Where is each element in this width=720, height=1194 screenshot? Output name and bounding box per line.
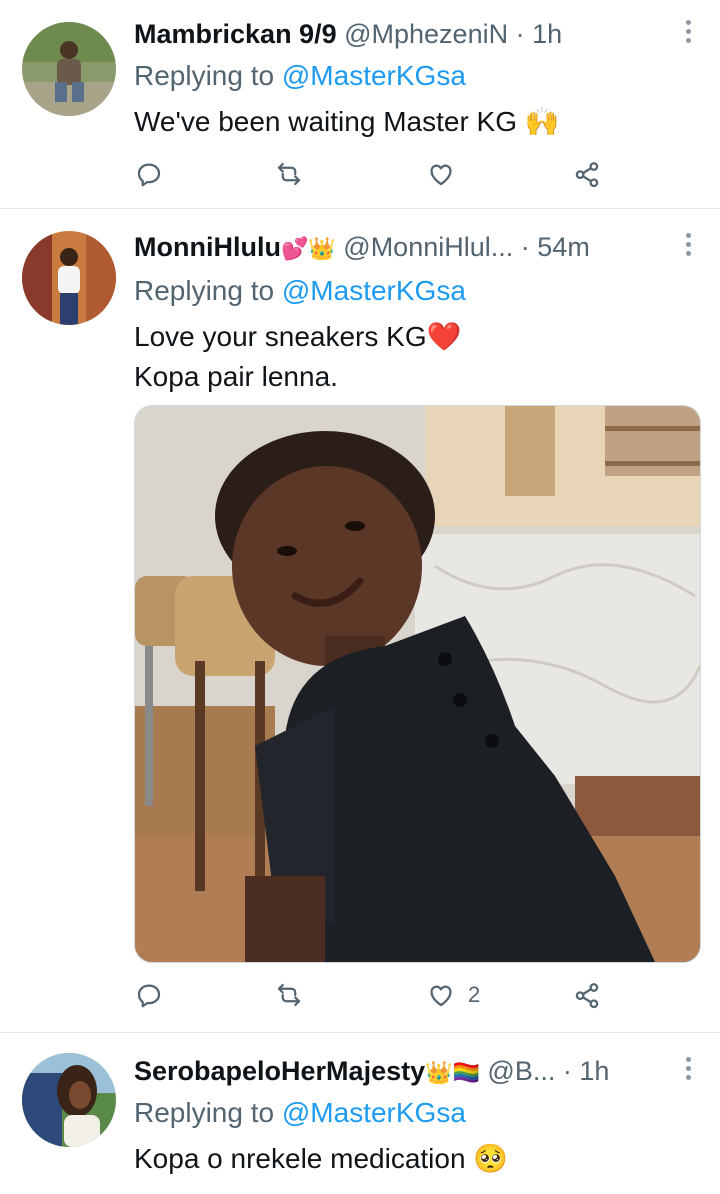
tweet[interactable]: Mambrickan 9/9 @MphezeniN · 1h Replying … <box>0 0 720 208</box>
share-icon <box>575 983 599 1009</box>
like-count: 2 <box>468 982 481 1007</box>
replying-to: Replying to @MasterKGsa <box>134 271 466 311</box>
retweet-button[interactable] <box>274 154 304 194</box>
name-emoji: 👑🏳️‍🌈 <box>425 1061 480 1086</box>
mention-link[interactable]: @MasterKGsa <box>282 60 466 91</box>
more-icon[interactable] <box>684 1057 692 1087</box>
share-icon <box>575 162 599 188</box>
tweet-header: Mambrickan 9/9 @MphezeniN · 1h <box>134 14 672 54</box>
more-icon[interactable] <box>684 233 692 263</box>
reply-button[interactable] <box>134 154 164 194</box>
tweet-text: Kopa o nrekele medication 🥺 <box>134 1139 508 1179</box>
action-bar: 2 <box>134 975 614 1015</box>
retweet-button[interactable] <box>274 975 304 1015</box>
tweet-text: Love your sneakers KG❤️ Kopa pair lenna. <box>134 317 461 397</box>
replying-label: Replying to <box>134 275 275 306</box>
tweet-image[interactable] <box>134 405 701 963</box>
name-emoji: 💕👑 <box>280 237 336 262</box>
user-handle[interactable]: @MonniHlul... <box>343 232 513 262</box>
tweet-text-line: Love your sneakers KG❤️ <box>134 321 462 352</box>
separator-dot: · <box>520 232 530 262</box>
tweet[interactable]: SerobapeloHerMajesty👑🏳️‍🌈 @B... · 1h Rep… <box>0 1033 720 1194</box>
replying-to: Replying to @MasterKGsa <box>134 56 466 96</box>
retweet-icon <box>277 162 301 186</box>
display-name[interactable]: Mambrickan 9/9 <box>134 19 337 49</box>
action-bar <box>134 154 614 194</box>
retweet-icon <box>277 983 301 1007</box>
tweet[interactable]: MonniHlulu💕👑 @MonniHlul... · 54m Replyin… <box>0 209 720 1032</box>
user-handle[interactable]: @MphezeniN <box>344 19 508 49</box>
tweet-header: SerobapeloHerMajesty👑🏳️‍🌈 @B... · 1h <box>134 1051 672 1091</box>
user-handle[interactable]: @B... <box>487 1056 555 1086</box>
like-button[interactable]: 2 <box>426 975 480 1015</box>
mention-link[interactable]: @MasterKGsa <box>282 275 466 306</box>
timestamp[interactable]: 1h <box>532 19 562 49</box>
reply-icon <box>137 163 161 187</box>
tweet-text: We've been waiting Master KG 🙌 <box>134 102 560 142</box>
mention-link[interactable]: @MasterKGsa <box>282 1097 466 1128</box>
tweet-text-line: We've been waiting Master KG 🙌 <box>134 106 560 137</box>
timestamp[interactable]: 1h <box>579 1056 609 1086</box>
replying-label: Replying to <box>134 60 275 91</box>
share-button[interactable] <box>572 975 602 1015</box>
replying-label: Replying to <box>134 1097 275 1128</box>
display-name[interactable]: MonniHlulu <box>134 232 281 262</box>
reply-button[interactable] <box>134 975 164 1015</box>
avatar[interactable] <box>22 22 116 116</box>
avatar[interactable] <box>22 231 116 325</box>
share-button[interactable] <box>572 154 602 194</box>
reply-icon <box>137 984 161 1008</box>
avatar[interactable] <box>22 1053 116 1147</box>
separator-dot: · <box>562 1056 572 1086</box>
heart-icon <box>430 985 452 1007</box>
display-name[interactable]: SerobapeloHerMajesty <box>134 1056 425 1086</box>
heart-icon <box>430 164 452 186</box>
tweet-header: MonniHlulu💕👑 @MonniHlul... · 54m <box>134 227 672 267</box>
replying-to: Replying to @MasterKGsa <box>134 1093 466 1133</box>
separator-dot: · <box>515 19 525 49</box>
like-button[interactable] <box>426 154 468 194</box>
tweet-text-line: Kopa pair lenna. <box>134 361 338 392</box>
tweet-text-line: Kopa o nrekele medication 🥺 <box>134 1143 509 1174</box>
more-icon[interactable] <box>684 20 692 50</box>
timestamp[interactable]: 54m <box>537 232 590 262</box>
